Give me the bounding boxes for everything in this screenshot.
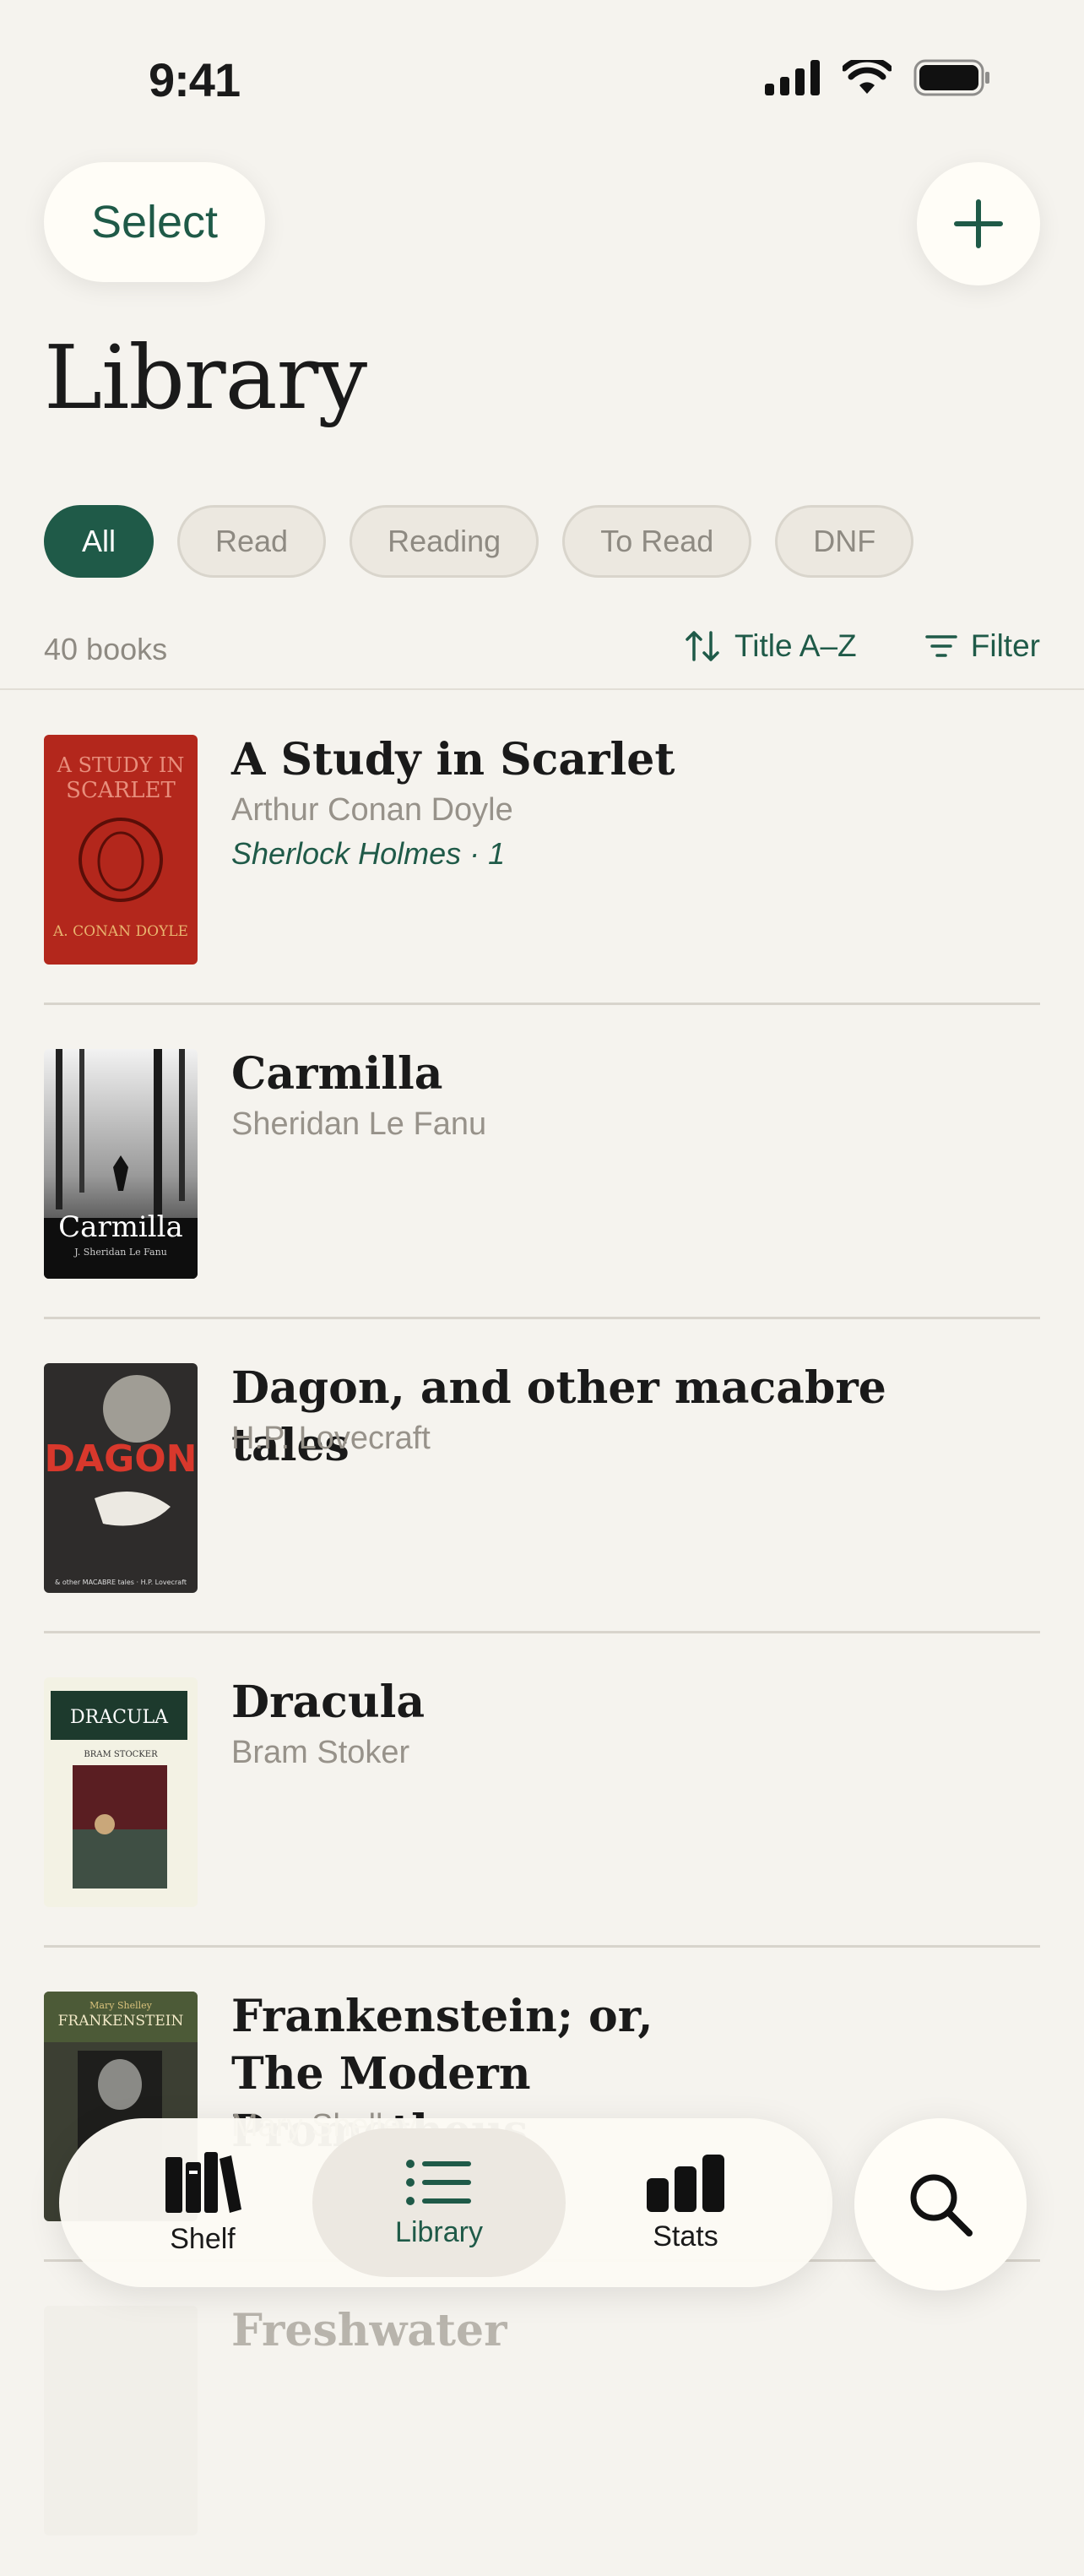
- book-cover: A STUDY IN SCARLET A. CONAN DOYLE: [44, 735, 198, 965]
- book-row[interactable]: DAGON & other MACABRE tales · H.P. Lovec…: [44, 1319, 1040, 1633]
- tab-stats[interactable]: Stats: [559, 2118, 812, 2287]
- select-button-label: Select: [90, 197, 219, 247]
- cover-text: A STUDY IN: [57, 753, 185, 777]
- page-title: Library: [44, 326, 367, 429]
- add-book-button[interactable]: [917, 162, 1040, 285]
- tab-library[interactable]: Library: [312, 2128, 566, 2277]
- cover-text: A. CONAN DOYLE: [52, 923, 188, 940]
- cover-text: DRACULA: [70, 1707, 169, 1728]
- cover-text: & other MACABRE tales · H.P. Lovecraft: [55, 1579, 187, 1586]
- book-cover: DAGON & other MACABRE tales · H.P. Lovec…: [44, 1363, 198, 1593]
- tab-label: Shelf: [170, 2222, 236, 2255]
- list-top-divider: [0, 688, 1084, 690]
- book-title: A Study in Scarlet: [231, 734, 675, 785]
- chip-read[interactable]: Read: [177, 505, 327, 578]
- tab-bar: Shelf Library Stats: [59, 2118, 832, 2287]
- sort-arrows-icon: [686, 631, 719, 661]
- cover-text: FRANKENSTEIN: [58, 2013, 184, 2030]
- filter-button[interactable]: Filter: [925, 628, 1040, 664]
- book-title: Dracula: [231, 1677, 425, 1728]
- filter-label: Filter: [970, 628, 1040, 663]
- search-button[interactable]: [854, 2118, 1027, 2291]
- book-author: Arthur Conan Doyle: [231, 792, 513, 828]
- wifi-icon: [843, 60, 892, 94]
- book-row[interactable]: DRACULA BRAM STOCKER Dracula Bram Stoker: [44, 1633, 1040, 1948]
- book-row[interactable]: Carmilla J. Sheridan Le Fanu Carmilla Sh…: [44, 1005, 1040, 1319]
- chip-reading[interactable]: Reading: [350, 505, 539, 578]
- tab-label: Library: [395, 2215, 483, 2248]
- tab-label: Stats: [653, 2220, 718, 2253]
- book-row[interactable]: Freshwater: [44, 2262, 1040, 2576]
- chip-all[interactable]: All: [44, 505, 154, 578]
- sort-label: Title A–Z: [734, 628, 857, 663]
- sort-button[interactable]: Title A–Z: [684, 628, 857, 664]
- cover-text: BRAM STOCKER: [84, 1750, 158, 1759]
- book-author: Sheridan Le Fanu: [231, 1106, 487, 1142]
- filter-lines-icon: [925, 635, 957, 657]
- bar-chart-icon: [647, 2154, 724, 2212]
- book-cover: [44, 2306, 198, 2535]
- cover-text: DAGON: [45, 1437, 198, 1481]
- book-title: Dagon, and other macabre tales: [231, 1362, 886, 1471]
- books-shelf-icon: [165, 2151, 241, 2213]
- list-icon: [406, 2159, 471, 2205]
- status-icons: [765, 59, 991, 96]
- cover-text: Mary Shelley: [89, 2000, 152, 2011]
- cover-text: SCARLET: [66, 778, 176, 803]
- cover-text: Carmilla: [58, 1210, 183, 1244]
- chip-to-read[interactable]: To Read: [562, 505, 752, 578]
- battery-icon: [913, 59, 989, 96]
- cellular-signal-icon: [765, 60, 820, 95]
- search-icon: [910, 2174, 973, 2236]
- book-cover: Carmilla J. Sheridan Le Fanu: [44, 1049, 198, 1279]
- chip-dnf[interactable]: DNF: [775, 505, 914, 578]
- book-cover: DRACULA BRAM STOCKER: [44, 1677, 198, 1907]
- filter-chips: All Read Reading To Read DNF: [44, 505, 914, 578]
- book-author: H.P. Lovecraft: [231, 1421, 431, 1456]
- book-series: Sherlock Holmes · 1: [231, 836, 506, 871]
- book-title: Freshwater: [231, 2305, 507, 2356]
- cover-text: J. Sheridan Le Fanu: [73, 1247, 167, 1258]
- book-title: Carmilla: [231, 1048, 443, 1100]
- select-button[interactable]: Select: [44, 162, 265, 282]
- book-count: 40 books: [44, 632, 168, 666]
- tab-shelf[interactable]: Shelf: [76, 2118, 329, 2287]
- plus-icon: [954, 199, 1003, 248]
- status-time: 9:41: [149, 53, 241, 106]
- book-author: Bram Stoker: [231, 1735, 410, 1770]
- book-row[interactable]: A STUDY IN SCARLET A. CONAN DOYLE A Stud…: [44, 691, 1040, 1005]
